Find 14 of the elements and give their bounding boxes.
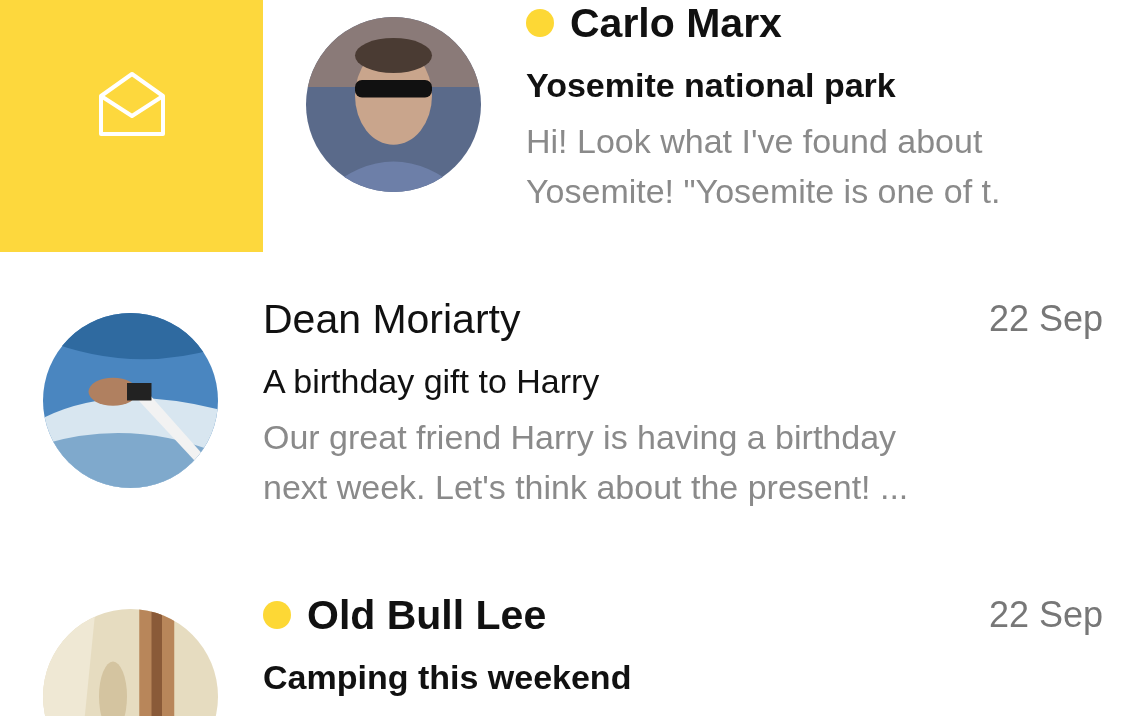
sender-name: Carlo Marx [570, 0, 782, 47]
message-date: 22 Sep [988, 298, 1103, 340]
message-subject: A birthday gift to Harry [263, 361, 601, 402]
message-preview: Yosemite! "Yosemite is one of t. [526, 171, 1002, 212]
message-preview: Hi! Look what I've found about [526, 121, 984, 162]
message-subject: Yosemite national park [526, 65, 897, 106]
sender-name: Old Bull Lee [307, 591, 547, 639]
message-date: 22 Sep [988, 594, 1103, 636]
message-preview: Our great friend Harry is having a birthday [263, 417, 898, 458]
envelope-icon [96, 70, 167, 138]
message-preview: next week. Let's think about the present! ... [263, 467, 910, 508]
sender-name: Dean Moriarty [263, 295, 521, 343]
message-subject: Camping this weekend [263, 657, 633, 698]
action-panel[interactable] [0, 0, 263, 252]
